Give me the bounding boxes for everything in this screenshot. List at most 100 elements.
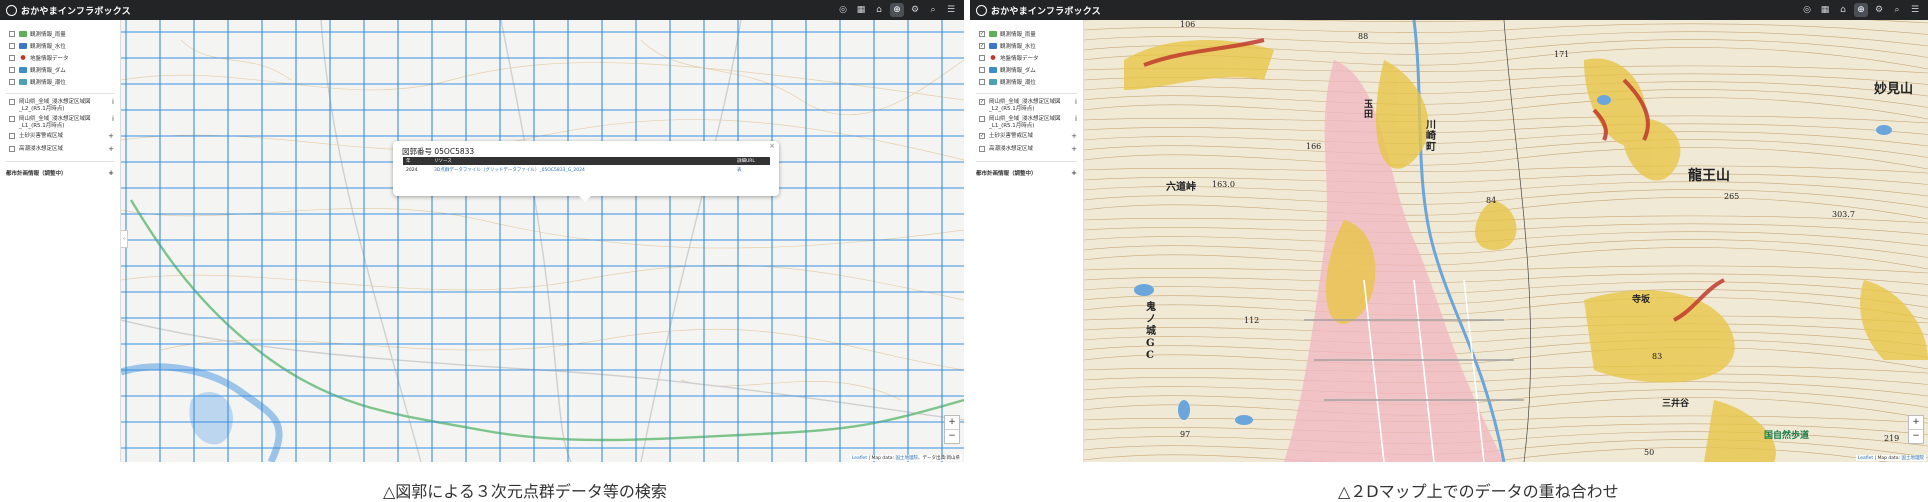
settings-icon[interactable]: ⚙ (908, 3, 922, 17)
layer-checkbox-checked[interactable]: ✓ (979, 99, 985, 105)
layer-checkbox-checked[interactable]: ✓ (979, 43, 985, 49)
app-logo[interactable]: おかやまインフラボックス (976, 4, 1101, 17)
logo-icon (6, 4, 17, 16)
layer-item[interactable]: 高潮浸水想定区域 + (970, 146, 1083, 156)
layer-checkbox[interactable] (979, 79, 985, 85)
layer-item[interactable]: 観測情報_ダム (970, 64, 1083, 76)
map-view[interactable]: 図郭番号 05OC5833 × 年 リソース 詳細URL 2024 3D点群デー… (121, 20, 964, 462)
search-icon[interactable]: ⌕ (926, 3, 940, 17)
layer-item[interactable]: 高潮浸水想定区域 + (0, 146, 120, 156)
layer-label: 土砂災害警戒区域 (989, 133, 1034, 139)
layer-item[interactable]: 観測情報_潮位 (0, 76, 120, 88)
pin-icon[interactable]: ⌂ (872, 3, 886, 17)
map-label-town: 川崎町 (1426, 120, 1436, 153)
app-logo[interactable]: おかやまインフラボックス (6, 4, 131, 17)
layer-item[interactable]: 観測情報_潮位 (970, 76, 1083, 88)
rain-icon (19, 31, 27, 37)
resource-link[interactable]: 3D点群データファイル（グリッドデータファイル）_05OC5833_G_2024 (434, 168, 585, 173)
grid-icon[interactable]: ▦ (1818, 3, 1832, 17)
layer-checkbox[interactable] (9, 67, 15, 73)
expand-icon[interactable]: + (1071, 169, 1077, 177)
info-icon[interactable]: i (1075, 99, 1077, 106)
left-screenshot: おかやまインフラボックス ◎ ▦ ⌂ ⊕ ⚙ ⌕ ☰ 観測情報_雨量 観測情報_… (0, 0, 964, 462)
zoom-control: + − (944, 415, 960, 444)
layer-label: 観測情報_ダム (1000, 68, 1036, 74)
app-title: おかやまインフラボックス (991, 6, 1101, 17)
sidebar-toggle-icon[interactable]: ‹ (121, 230, 128, 248)
locate-icon[interactable]: ⊕ (1854, 3, 1868, 17)
leaflet-link[interactable]: Leaflet (1858, 456, 1873, 461)
layer-label: 観測情報_水位 (1000, 44, 1036, 50)
layers-icon[interactable]: ◎ (1800, 3, 1814, 17)
locate-icon[interactable]: ⊕ (890, 3, 904, 17)
pin-icon[interactable]: ⌂ (1836, 3, 1850, 17)
map-label-elevation: 106 (1180, 20, 1196, 29)
layer-item[interactable]: 地盤情報データ (970, 52, 1083, 64)
zoom-out-button[interactable]: − (1909, 430, 1923, 443)
source-link[interactable]: 国土地理院 (895, 456, 918, 461)
source-link[interactable]: 国土地理院 (1902, 456, 1925, 461)
layer-checkbox[interactable] (9, 116, 15, 122)
layer-item[interactable]: 岡山県_全域_浸水想定区域図_L1_(R5.1月時点) i (0, 116, 120, 130)
map-label-elevation: 163.0 (1212, 180, 1235, 189)
layer-label: 観測情報_ダム (30, 68, 66, 74)
grid-icon[interactable]: ▦ (854, 3, 868, 17)
layer-checkbox-checked[interactable]: ✓ (979, 133, 985, 139)
zoom-in-button[interactable]: + (1909, 416, 1923, 430)
map-view[interactable]: 妙見山 龍王山 六道峠 鬼ノ城GC 川崎町 三井谷 玉田 寺坂 国自然歩道 26… (1084, 20, 1928, 462)
layer-checkbox[interactable] (979, 67, 985, 73)
layer-checkbox[interactable] (9, 55, 15, 61)
layer-item[interactable]: ✓ 土砂災害警戒区域 + (970, 133, 1083, 143)
stack-icon[interactable]: ☰ (1908, 3, 1922, 17)
layer-item[interactable]: 地盤情報データ (0, 52, 120, 64)
layer-item[interactable]: 観測情報_ダム (0, 64, 120, 76)
layer-checkbox[interactable] (9, 79, 15, 85)
expand-icon[interactable]: + (1071, 146, 1077, 153)
layer-item[interactable]: 土砂災害警戒区域 + (0, 133, 120, 143)
layer-checkbox[interactable] (9, 31, 15, 37)
zoom-in-button[interactable]: + (945, 416, 959, 430)
layer-checkbox[interactable] (979, 146, 985, 152)
layer-checkbox[interactable] (979, 55, 985, 61)
layer-label: 観測情報_潮位 (1000, 80, 1036, 86)
layer-checkbox[interactable] (979, 116, 985, 122)
layer-checkbox[interactable] (9, 146, 15, 152)
search-icon[interactable]: ⌕ (1890, 3, 1904, 17)
layer-item[interactable]: ✓ 観測情報_水位 (970, 40, 1083, 52)
map-attribution: Leaflet | Map data: 国土地理院、データ出典:岡山県 (849, 455, 962, 461)
expand-icon[interactable]: + (108, 133, 114, 140)
topo-map[interactable] (1084, 20, 1928, 462)
settings-icon[interactable]: ⚙ (1872, 3, 1886, 17)
close-icon[interactable]: × (769, 142, 775, 150)
map-label-elevation: 265 (1724, 192, 1740, 201)
leaflet-link[interactable]: Leaflet (852, 456, 867, 461)
layer-checkbox[interactable] (9, 133, 15, 139)
layer-item[interactable]: 観測情報_雨量 (0, 28, 120, 40)
section-urban-planning[interactable]: 都市計画情報（調整中） + (970, 167, 1083, 179)
layer-item[interactable]: ✓ 観測情報_雨量 (970, 28, 1083, 40)
layer-checkbox[interactable] (9, 99, 15, 105)
section-urban-planning[interactable]: 都市計画情報（調整中） + (0, 167, 120, 179)
layers-icon[interactable]: ◎ (836, 3, 850, 17)
layer-checkbox-checked[interactable]: ✓ (979, 31, 985, 37)
expand-icon[interactable]: + (1071, 133, 1077, 140)
layer-item[interactable]: 観測情報_水位 (0, 40, 120, 52)
attribution-text: | Map data: (1873, 456, 1902, 461)
layer-item[interactable]: ✓ 岡山県_全域_浸水想定区域図_L2_(R5.1月時点) i (970, 99, 1083, 113)
info-icon[interactable]: i (112, 116, 114, 123)
expand-icon[interactable]: + (108, 169, 114, 177)
layer-item[interactable]: 岡山県_全域_浸水想定区域図_L2_(R5.1月時点) i (0, 99, 120, 113)
zoom-out-button[interactable]: − (945, 430, 959, 443)
info-icon[interactable]: i (1075, 116, 1077, 123)
info-icon[interactable]: i (112, 99, 114, 106)
column-header: リソース (431, 157, 734, 165)
layer-label: 土砂災害警戒区域 (19, 133, 64, 139)
detail-link[interactable]: 表 (737, 168, 742, 173)
layer-checkbox[interactable] (9, 43, 15, 49)
section-label: 都市計画情報（調整中） (976, 171, 1037, 177)
expand-icon[interactable]: + (108, 146, 114, 153)
layer-item[interactable]: 岡山県_全域_浸水想定区域図_L1_(R5.1月時点) i (970, 116, 1083, 130)
map-label-place: 三井谷 (1662, 399, 1690, 409)
base-map[interactable] (121, 20, 964, 462)
stack-icon[interactable]: ☰ (944, 3, 958, 17)
